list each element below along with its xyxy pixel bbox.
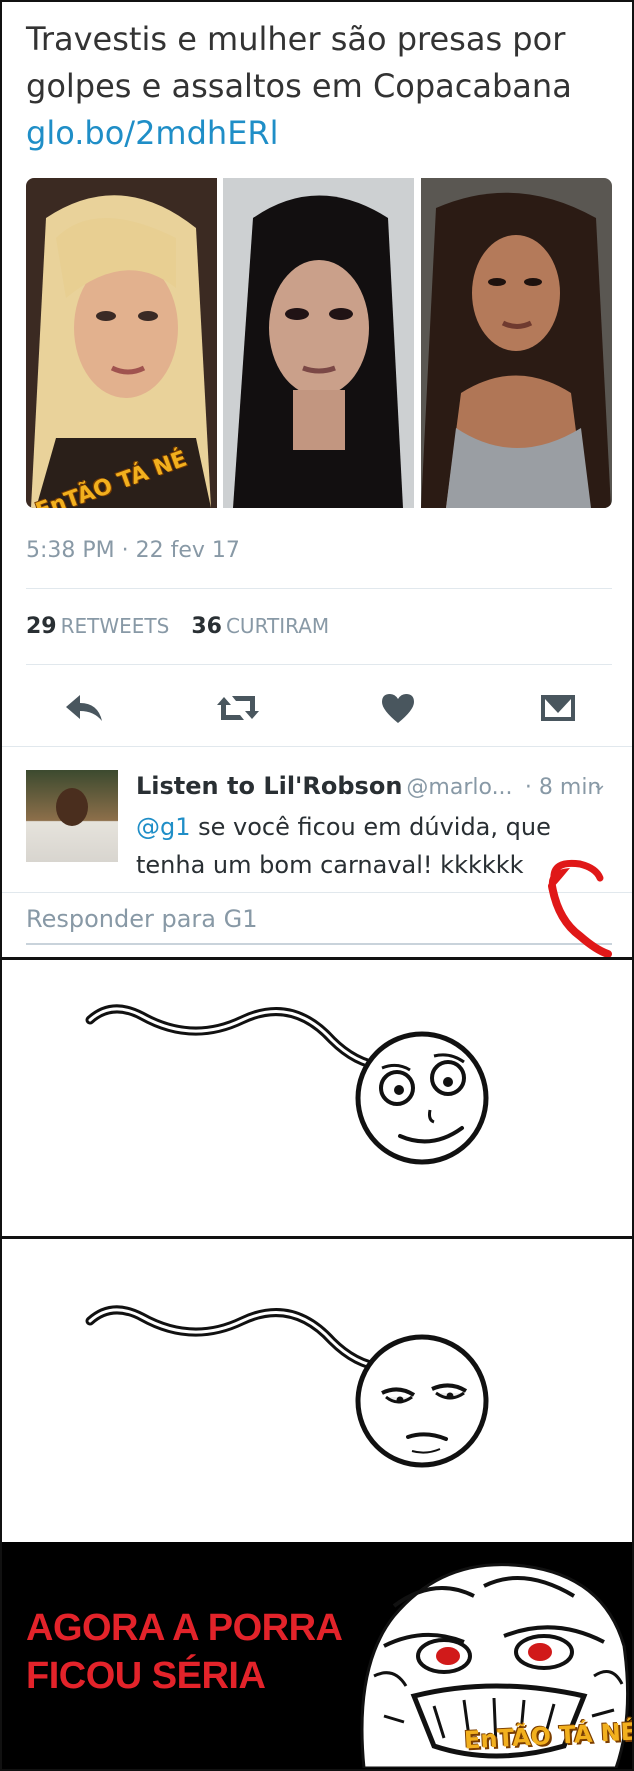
tweet-timestamp: 5:38 PM · 22 fev 17 xyxy=(26,538,240,563)
reply-author-handle: @marlo... xyxy=(406,775,513,800)
reply-author[interactable]: Listen to Lil'Robson @marlo... · 8 min xyxy=(136,772,601,800)
tweet-stats: 29 RETWEETS 36 CURTIRAM xyxy=(26,614,329,639)
photo-left[interactable]: EnTÃO TÁ NÉ xyxy=(26,178,217,508)
rage-panel-happy xyxy=(2,960,632,1236)
likes-count: 36 xyxy=(191,614,222,639)
rage-panel-serious xyxy=(2,1239,632,1539)
meme-frame: Travestis e mulher são presas por golpes… xyxy=(0,0,634,1771)
tweet-photos[interactable]: EnTÃO TÁ NÉ xyxy=(26,178,612,508)
tweet-card: Travestis e mulher são presas por golpes… xyxy=(2,2,632,958)
reply-text: @g1 se você ficou em dúvida, que tenha u… xyxy=(136,808,576,884)
retweet-icon[interactable] xyxy=(216,690,260,726)
reply-input-placeholder: Responder para G1 xyxy=(26,905,258,933)
retweets-label: RETWEETS xyxy=(60,614,170,638)
input-underline xyxy=(26,943,612,945)
red-arrow-annotation xyxy=(548,859,612,958)
divider xyxy=(26,664,612,665)
likes-stat[interactable]: 36 CURTIRAM xyxy=(191,614,329,639)
photo-middle-image xyxy=(223,178,415,508)
tweet-text: Travestis e mulher são presas por golpes… xyxy=(26,16,616,157)
photo-right[interactable] xyxy=(420,178,612,508)
reply-icon[interactable] xyxy=(62,690,106,726)
divider xyxy=(2,746,632,747)
tweet-link[interactable]: glo.bo/2mdhERl xyxy=(26,110,616,157)
tweet-actions xyxy=(26,682,612,734)
tweet-body: Travestis e mulher são presas por golpes… xyxy=(26,20,572,105)
message-icon[interactable] xyxy=(536,690,580,726)
retweets-count: 29 xyxy=(26,614,57,639)
reply-author-name: Listen to Lil'Robson xyxy=(136,772,403,800)
retweets-stat[interactable]: 29 RETWEETS xyxy=(26,614,169,639)
avatar[interactable] xyxy=(26,770,118,862)
reply-time: · 8 min xyxy=(524,775,602,800)
reply-tweet[interactable]: Listen to Lil'Robson @marlo... · 8 min ⌄ … xyxy=(2,750,632,900)
chevron-down-icon[interactable]: ⌄ xyxy=(592,774,607,795)
photo-middle[interactable] xyxy=(223,178,415,508)
likes-label: CURTIRAM xyxy=(225,614,330,638)
reply-mention[interactable]: @g1 xyxy=(136,813,191,841)
reply-body: se você ficou em dúvida, que tenha um bo… xyxy=(136,813,551,879)
serious-sperm-drawing xyxy=(85,1305,489,1468)
heart-icon[interactable] xyxy=(376,690,420,726)
photo-left-image xyxy=(26,178,217,508)
photo-right-image xyxy=(420,178,612,508)
divider xyxy=(26,588,612,589)
happy-sperm-drawing xyxy=(85,1004,489,1165)
reply-composer[interactable]: Responder para G1 xyxy=(2,892,632,952)
meme-caption: AGORA A PORRA FICOU SÉRIA xyxy=(26,1607,342,1697)
caption-panel: AGORA A PORRA FICOU SÉRIA EnTÃO TÁ NÉ xyxy=(2,1542,632,1769)
